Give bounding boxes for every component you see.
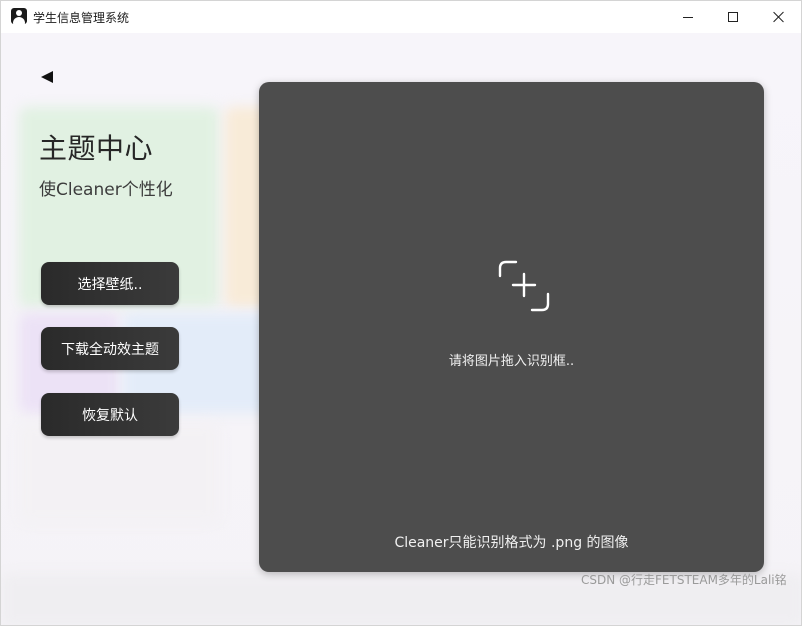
add-image-icon <box>498 260 550 312</box>
app-window: 学生信息管理系统 主题中心 使Cleaner个性化 选择壁纸.. 下载全动效主题… <box>0 0 802 626</box>
page-title: 主题中心 <box>39 132 154 165</box>
page-subtitle: 使Cleaner个性化 <box>39 180 173 200</box>
title-bar[interactable]: 学生信息管理系统 <box>1 1 801 33</box>
main-content: 主题中心 使Cleaner个性化 选择壁纸.. 下载全动效主题 恢复默认 请将图… <box>1 33 801 625</box>
user-app-icon <box>11 8 27 24</box>
background-tile <box>19 423 219 523</box>
back-arrow-icon[interactable] <box>41 71 53 83</box>
choose-wallpaper-button[interactable]: 选择壁纸.. <box>41 262 179 305</box>
minimize-icon <box>683 16 693 18</box>
drop-hint: 请将图片拖入识别框.. <box>448 354 575 369</box>
minimize-button[interactable] <box>665 1 711 33</box>
watermark: CSDN @行走FETSTEAM多年的Lali铭 <box>581 573 787 587</box>
maximize-button[interactable] <box>710 1 756 33</box>
window-title: 学生信息管理系统 <box>33 11 130 25</box>
image-drop-zone[interactable]: 请将图片拖入识别框.. Cleaner只能识别格式为 .png 的图像 <box>259 82 764 572</box>
restore-default-button[interactable]: 恢复默认 <box>41 393 179 436</box>
download-theme-button[interactable]: 下载全动效主题 <box>41 327 179 370</box>
maximize-icon <box>728 12 738 22</box>
close-icon <box>773 11 785 23</box>
close-button[interactable] <box>756 1 801 33</box>
format-hint: Cleaner只能识别格式为 .png 的图像 <box>394 535 629 551</box>
